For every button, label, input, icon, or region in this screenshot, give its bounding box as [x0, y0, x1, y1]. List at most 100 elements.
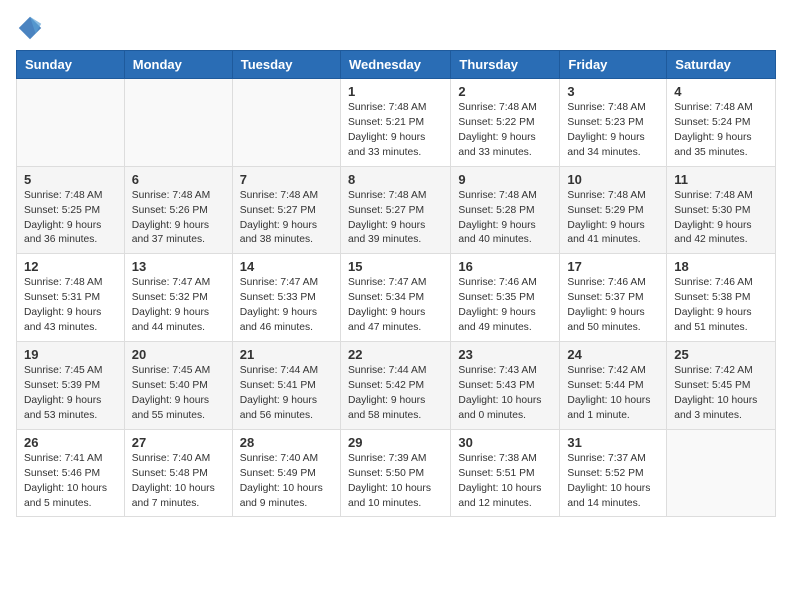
day-info: Sunrise: 7:45 AMSunset: 5:40 PMDaylight:…	[132, 364, 225, 424]
calendar-cell: 8 Sunrise: 7:48 AMSunset: 5:27 PMDaylight…	[340, 166, 450, 254]
day-info: Sunrise: 7:48 AMSunset: 5:27 PMDaylight:…	[348, 189, 443, 249]
day-info: Sunrise: 7:48 AMSunset: 5:24 PMDaylight:…	[674, 101, 768, 161]
calendar-cell	[667, 429, 776, 517]
calendar-cell	[124, 79, 232, 167]
calendar-header-row: SundayMondayTuesdayWednesdayThursdayFrid…	[17, 51, 776, 79]
day-number: 15	[348, 259, 443, 274]
calendar-header-wednesday: Wednesday	[340, 51, 450, 79]
calendar-week-row: 5 Sunrise: 7:48 AMSunset: 5:25 PMDaylight…	[17, 166, 776, 254]
calendar-cell: 15 Sunrise: 7:47 AMSunset: 5:34 PMDayligh…	[340, 254, 450, 342]
calendar-cell: 25 Sunrise: 7:42 AMSunset: 5:45 PMDayligh…	[667, 342, 776, 430]
day-number: 10	[567, 172, 659, 187]
day-info: Sunrise: 7:38 AMSunset: 5:51 PMDaylight:…	[458, 452, 552, 512]
day-info: Sunrise: 7:46 AMSunset: 5:38 PMDaylight:…	[674, 276, 768, 336]
day-info: Sunrise: 7:48 AMSunset: 5:26 PMDaylight:…	[132, 189, 225, 249]
day-number: 20	[132, 347, 225, 362]
calendar-header-thursday: Thursday	[451, 51, 560, 79]
day-info: Sunrise: 7:46 AMSunset: 5:35 PMDaylight:…	[458, 276, 552, 336]
day-number: 13	[132, 259, 225, 274]
day-number: 6	[132, 172, 225, 187]
day-info: Sunrise: 7:41 AMSunset: 5:46 PMDaylight:…	[24, 452, 117, 512]
calendar-cell: 1 Sunrise: 7:48 AMSunset: 5:21 PMDaylight…	[340, 79, 450, 167]
calendar-cell	[232, 79, 340, 167]
day-number: 25	[674, 347, 768, 362]
calendar-cell: 4 Sunrise: 7:48 AMSunset: 5:24 PMDaylight…	[667, 79, 776, 167]
calendar-cell: 3 Sunrise: 7:48 AMSunset: 5:23 PMDaylight…	[560, 79, 667, 167]
calendar-week-row: 19Sunrise: 7:45 AMSunset: 5:39 PMDayligh…	[17, 342, 776, 430]
day-info: Sunrise: 7:44 AMSunset: 5:41 PMDaylight:…	[240, 364, 333, 424]
day-info: Sunrise: 7:48 AMSunset: 5:29 PMDaylight:…	[567, 189, 659, 249]
day-info: Sunrise: 7:47 AMSunset: 5:34 PMDaylight:…	[348, 276, 443, 336]
day-number: 2	[458, 84, 552, 99]
calendar-cell: 6 Sunrise: 7:48 AMSunset: 5:26 PMDaylight…	[124, 166, 232, 254]
page-container: SundayMondayTuesdayWednesdayThursdayFrid…	[0, 0, 792, 533]
day-number: 5	[24, 172, 117, 187]
day-number: 9	[458, 172, 552, 187]
day-number: 12	[24, 259, 117, 274]
day-info: Sunrise: 7:40 AMSunset: 5:49 PMDaylight:…	[240, 452, 333, 512]
calendar-cell: 13 Sunrise: 7:47 AMSunset: 5:32 PMDayligh…	[124, 254, 232, 342]
calendar-header-friday: Friday	[560, 51, 667, 79]
calendar-cell: 5 Sunrise: 7:48 AMSunset: 5:25 PMDaylight…	[17, 166, 125, 254]
day-number: 23	[458, 347, 552, 362]
day-number: 11	[674, 172, 768, 187]
calendar-cell: 24 Sunrise: 7:42 AMSunset: 5:44 PMDayligh…	[560, 342, 667, 430]
day-info: Sunrise: 7:48 AMSunset: 5:21 PMDaylight:…	[348, 101, 443, 161]
day-info: Sunrise: 7:47 AMSunset: 5:33 PMDaylight:…	[240, 276, 333, 336]
day-info: Sunrise: 7:42 AMSunset: 5:44 PMDaylight:…	[567, 364, 659, 424]
calendar-cell: 9 Sunrise: 7:48 AMSunset: 5:28 PMDaylight…	[451, 166, 560, 254]
calendar-cell	[17, 79, 125, 167]
day-number: 8	[348, 172, 443, 187]
day-info: Sunrise: 7:48 AMSunset: 5:28 PMDaylight:…	[458, 189, 552, 249]
calendar-cell: 17 Sunrise: 7:46 AMSunset: 5:37 PMDayligh…	[560, 254, 667, 342]
day-info: Sunrise: 7:46 AMSunset: 5:37 PMDaylight:…	[567, 276, 659, 336]
day-info: Sunrise: 7:39 AMSunset: 5:50 PMDaylight:…	[348, 452, 443, 512]
day-info: Sunrise: 7:48 AMSunset: 5:31 PMDaylight:…	[24, 276, 117, 336]
day-number: 17	[567, 259, 659, 274]
day-info: Sunrise: 7:48 AMSunset: 5:25 PMDaylight:…	[24, 189, 117, 249]
day-info: Sunrise: 7:48 AMSunset: 5:23 PMDaylight:…	[567, 101, 659, 161]
calendar-cell: 22 Sunrise: 7:44 AMSunset: 5:42 PMDayligh…	[340, 342, 450, 430]
calendar-header-tuesday: Tuesday	[232, 51, 340, 79]
calendar-cell: 18Sunrise: 7:46 AMSunset: 5:38 PMDayligh…	[667, 254, 776, 342]
day-number: 1	[348, 84, 443, 99]
day-number: 27	[132, 435, 225, 450]
day-info: Sunrise: 7:42 AMSunset: 5:45 PMDaylight:…	[674, 364, 768, 424]
day-info: Sunrise: 7:48 AMSunset: 5:30 PMDaylight:…	[674, 189, 768, 249]
calendar-cell: 14Sunrise: 7:47 AMSunset: 5:33 PMDayligh…	[232, 254, 340, 342]
calendar-header-monday: Monday	[124, 51, 232, 79]
calendar-week-row: 26 Sunrise: 7:41 AMSunset: 5:46 PMDayligh…	[17, 429, 776, 517]
calendar-cell: 11 Sunrise: 7:48 AMSunset: 5:30 PMDayligh…	[667, 166, 776, 254]
day-number: 28	[240, 435, 333, 450]
calendar-cell: 21 Sunrise: 7:44 AMSunset: 5:41 PMDayligh…	[232, 342, 340, 430]
calendar-header-sunday: Sunday	[17, 51, 125, 79]
day-number: 31	[567, 435, 659, 450]
day-info: Sunrise: 7:37 AMSunset: 5:52 PMDaylight:…	[567, 452, 659, 512]
day-number: 30	[458, 435, 552, 450]
day-info: Sunrise: 7:43 AMSunset: 5:43 PMDaylight:…	[458, 364, 552, 424]
day-number: 22	[348, 347, 443, 362]
day-info: Sunrise: 7:44 AMSunset: 5:42 PMDaylight:…	[348, 364, 443, 424]
calendar-cell: 29 Sunrise: 7:39 AMSunset: 5:50 PMDayligh…	[340, 429, 450, 517]
day-number: 26	[24, 435, 117, 450]
day-info: Sunrise: 7:48 AMSunset: 5:22 PMDaylight:…	[458, 101, 552, 161]
logo-icon	[16, 14, 44, 42]
day-number: 24	[567, 347, 659, 362]
calendar-header-saturday: Saturday	[667, 51, 776, 79]
calendar-cell: 19Sunrise: 7:45 AMSunset: 5:39 PMDayligh…	[17, 342, 125, 430]
day-number: 4	[674, 84, 768, 99]
calendar-cell: 12 Sunrise: 7:48 AMSunset: 5:31 PMDayligh…	[17, 254, 125, 342]
calendar-cell: 16Sunrise: 7:46 AMSunset: 5:35 PMDayligh…	[451, 254, 560, 342]
calendar-cell: 31 Sunrise: 7:37 AMSunset: 5:52 PMDayligh…	[560, 429, 667, 517]
day-number: 21	[240, 347, 333, 362]
calendar-cell: 28 Sunrise: 7:40 AMSunset: 5:49 PMDayligh…	[232, 429, 340, 517]
calendar-week-row: 12 Sunrise: 7:48 AMSunset: 5:31 PMDayligh…	[17, 254, 776, 342]
calendar-cell: 2 Sunrise: 7:48 AMSunset: 5:22 PMDaylight…	[451, 79, 560, 167]
calendar-cell: 23 Sunrise: 7:43 AMSunset: 5:43 PMDayligh…	[451, 342, 560, 430]
day-info: Sunrise: 7:47 AMSunset: 5:32 PMDaylight:…	[132, 276, 225, 336]
logo	[16, 14, 46, 42]
day-number: 3	[567, 84, 659, 99]
day-info: Sunrise: 7:45 AMSunset: 5:39 PMDaylight:…	[24, 364, 117, 424]
day-number: 29	[348, 435, 443, 450]
calendar-cell: 30 Sunrise: 7:38 AMSunset: 5:51 PMDayligh…	[451, 429, 560, 517]
